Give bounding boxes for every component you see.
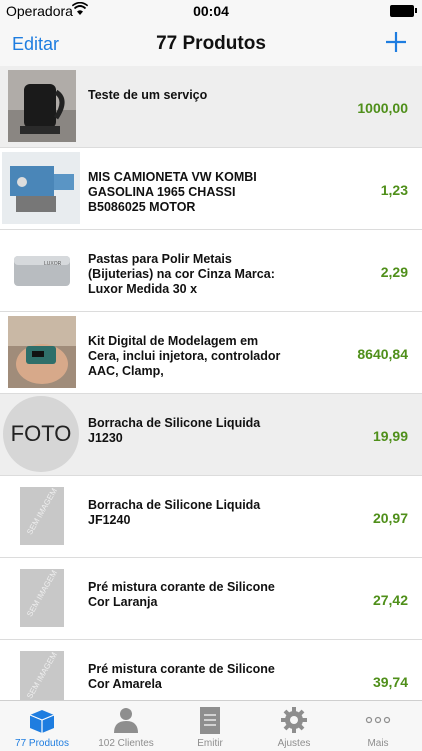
tab-produtos[interactable]: 77 Produtos [0, 701, 84, 751]
status-bar: Operadora 00:04 [0, 0, 422, 22]
product-thumbnail-no-image: SEM IMAGEM [8, 480, 76, 552]
product-name: Pastas para Polir Metais (Bijuterias) na… [88, 252, 275, 296]
product-name: Kit Digital de Modelagem em Cera, inclui… [88, 334, 281, 378]
gear-icon [281, 707, 307, 733]
tab-clientes[interactable]: 102 Clientes [84, 701, 168, 751]
add-product-button[interactable] [382, 28, 410, 56]
product-list[interactable]: Teste de um serviço 1000,00 MIS CAMIONET… [0, 66, 422, 700]
product-thumbnail-no-image: SEM IMAGEM [8, 562, 76, 634]
product-price: 1000,00 [357, 100, 408, 116]
tab-label: Emitir [197, 738, 223, 749]
tab-emitir[interactable]: Emitir [168, 701, 252, 751]
product-price: 1,23 [380, 182, 408, 198]
product-price: 2,29 [380, 264, 408, 280]
product-name: Borracha de Silicone Liquida JF1240 [88, 498, 261, 527]
no-image-label: SEM IMAGEM [25, 568, 59, 619]
product-name: Teste de um serviço [88, 88, 208, 102]
battery-tip [415, 8, 417, 13]
product-row[interactable]: FOTO Borracha de Silicone Liquida J1230 … [0, 394, 422, 476]
svg-text:LUXOR: LUXOR [44, 261, 62, 267]
tab-label: 102 Clientes [98, 738, 154, 749]
product-row[interactable]: SEM IMAGEM Borracha de Silicone Liquida … [0, 476, 422, 558]
product-row[interactable]: Teste de um serviço 1000,00 [0, 66, 422, 148]
clock: 00:04 [193, 3, 229, 19]
product-row[interactable]: LUXOR Pastas para Polir Metais (Bijuteri… [0, 230, 422, 312]
product-price: 27,42 [372, 592, 408, 608]
product-price: 19,99 [372, 428, 408, 444]
navigation-bar: Editar 77 Produtos [0, 22, 422, 67]
product-thumbnail-machine [2, 152, 80, 224]
product-thumbnail-kettle [8, 70, 76, 142]
tab-bar: 77 Produtos 102 Clientes Emitir Ajustes … [0, 700, 422, 751]
tab-ajustes[interactable]: Ajustes [252, 701, 336, 751]
battery-icon [390, 5, 414, 17]
product-row[interactable]: SEM IMAGEM Pré mistura corante de Silico… [0, 558, 422, 640]
product-row[interactable]: MIS CAMIONETA VW KOMBI GASOLINA 1965 CHA… [0, 148, 422, 230]
tab-label: 77 Produtos [15, 738, 69, 749]
box-icon [29, 710, 55, 733]
product-thumbnail-no-image: SEM IMAGEM [8, 644, 76, 700]
product-row[interactable]: SEM IMAGEM Pré mistura corante de Silico… [0, 640, 422, 700]
document-icon [200, 707, 220, 734]
person-icon [114, 708, 138, 733]
product-thumbnail-hand-kit [8, 316, 76, 388]
page-title: 77 Produtos [156, 33, 266, 54]
product-thumbnail-foto: FOTO [3, 396, 79, 472]
product-thumbnail-paste: LUXOR [8, 234, 76, 306]
tab-label: Ajustes [277, 738, 311, 749]
product-row[interactable]: Kit Digital de Modelagem em Cera, inclui… [0, 312, 422, 394]
product-name: Pré mistura corante de Silicone Cor Amar… [88, 662, 275, 691]
no-image-label: SEM IMAGEM [25, 486, 59, 537]
tab-label: Mais [367, 738, 389, 749]
product-name: Borracha de Silicone Liquida J1230 [88, 416, 261, 445]
product-name: Pré mistura corante de Silicone Cor Lara… [88, 580, 275, 609]
product-price: 8640,84 [357, 346, 408, 362]
no-image-label: SEM IMAGEM [25, 650, 59, 700]
product-price: 20,97 [372, 510, 408, 526]
tab-mais[interactable]: Mais [336, 701, 422, 751]
more-icon [365, 716, 391, 724]
product-name: MIS CAMIONETA VW KOMBI GASOLINA 1965 CHA… [88, 170, 257, 214]
product-price: 39,74 [372, 674, 408, 690]
